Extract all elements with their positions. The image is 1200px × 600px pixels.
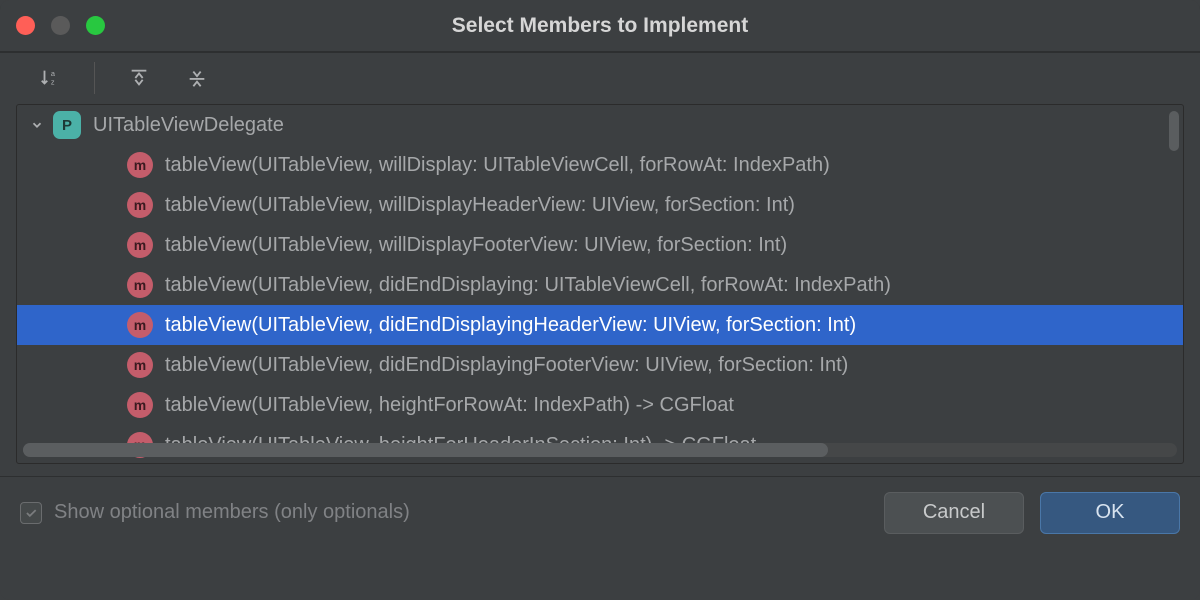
method-row[interactable]: m tableView(UITableView, willDisplay: UIT… (17, 145, 1183, 185)
maximize-window-button[interactable] (86, 16, 105, 35)
protocol-row[interactable]: P UITableViewDelegate (17, 105, 1183, 145)
method-badge: m (127, 192, 153, 218)
method-row[interactable]: m tableView(UITableView, didEndDisplaying… (17, 345, 1183, 385)
method-row[interactable]: m tableView(UITableView, willDisplayFoote… (17, 225, 1183, 265)
sort-alpha-button[interactable]: a z (36, 64, 64, 92)
method-badge: m (127, 272, 153, 298)
method-signature: tableView(UITableView, didEndDisplaying:… (165, 274, 891, 297)
protocol-badge: P (53, 111, 81, 139)
dialog-window: Select Members to Implement a z (0, 0, 1200, 600)
titlebar[interactable]: Select Members to Implement (0, 0, 1200, 52)
collapse-all-icon (186, 67, 208, 89)
members-list: P UITableViewDelegate m tableView(UITable… (16, 104, 1184, 464)
sort-alpha-icon: a z (39, 67, 61, 89)
cancel-button[interactable]: Cancel (884, 492, 1024, 534)
method-signature: tableView(UITableView, didEndDisplayingF… (165, 354, 848, 377)
toolbar: a z (0, 52, 1200, 104)
method-signature: tableView(UITableView, willDisplayHeader… (165, 194, 795, 217)
method-badge: m (127, 152, 153, 178)
dialog-footer: Show optional members (only optionals) C… (0, 476, 1200, 548)
checkmark-icon (24, 506, 38, 520)
close-window-button[interactable] (16, 16, 35, 35)
svg-text:z: z (51, 77, 55, 86)
show-optional-checkbox[interactable] (20, 502, 42, 524)
method-row[interactable]: m tableView(UITableView, heightForRowAt: … (17, 385, 1183, 425)
method-badge: m (127, 392, 153, 418)
method-row[interactable]: m tableView(UITableView, didEndDisplaying… (17, 305, 1183, 345)
toolbar-divider (94, 62, 95, 94)
ok-button[interactable]: OK (1040, 492, 1180, 534)
method-row[interactable]: m tableView(UITableView, didEndDisplaying… (17, 265, 1183, 305)
method-signature: tableView(UITableView, willDisplayFooter… (165, 234, 787, 257)
minimize-window-button[interactable] (51, 16, 70, 35)
method-badge: m (127, 232, 153, 258)
protocol-name: UITableViewDelegate (93, 114, 284, 137)
method-signature: tableView(UITableView, willDisplay: UITa… (165, 154, 830, 177)
method-row[interactable]: m tableView(UITableView, willDisplayHeade… (17, 185, 1183, 225)
members-list-viewport[interactable]: P UITableViewDelegate m tableView(UITable… (17, 105, 1183, 463)
dialog-title: Select Members to Implement (0, 14, 1200, 38)
vertical-scrollbar[interactable] (1169, 111, 1179, 151)
chevron-down-icon[interactable] (27, 115, 47, 135)
show-optional-label: Show optional members (only optionals) (54, 501, 410, 524)
show-optional-checkbox-row[interactable]: Show optional members (only optionals) (20, 501, 410, 524)
expand-all-icon (128, 67, 150, 89)
window-controls (16, 0, 105, 51)
method-signature: tableView(UITableView, didEndDisplayingH… (165, 314, 856, 337)
method-badge: m (127, 352, 153, 378)
horizontal-scrollbar-thumb[interactable] (23, 443, 828, 457)
expand-all-button[interactable] (125, 64, 153, 92)
method-badge: m (127, 312, 153, 338)
collapse-all-button[interactable] (183, 64, 211, 92)
method-signature: tableView(UITableView, heightForRowAt: I… (165, 394, 734, 417)
